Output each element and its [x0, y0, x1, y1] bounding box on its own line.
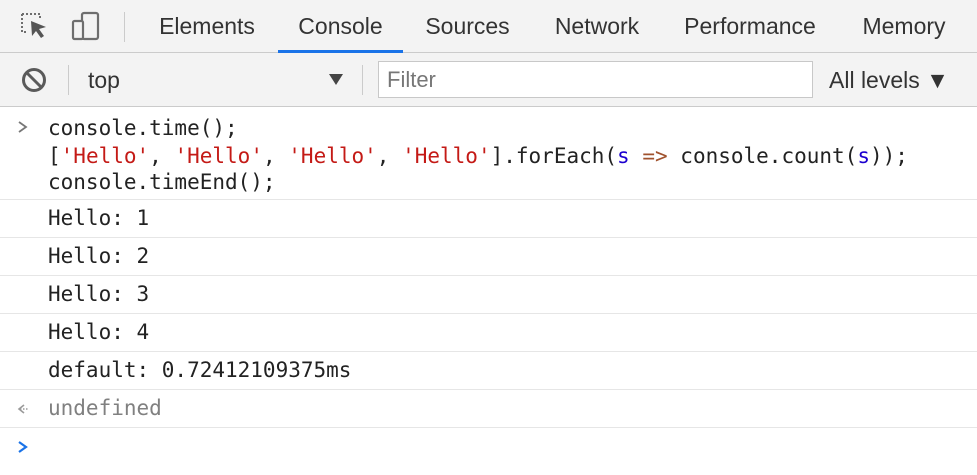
log-message: Hello: 3: [0, 276, 977, 314]
result-value: undefined: [48, 396, 162, 420]
tab-console[interactable]: Console: [278, 0, 403, 53]
toolbar-separator: [68, 65, 69, 95]
console-input-entry: console.time(); ['Hello', 'Hello', 'Hell…: [0, 107, 977, 200]
tab-network[interactable]: Network: [538, 0, 656, 53]
tab-memory[interactable]: Memory: [846, 0, 962, 53]
clear-console-icon[interactable]: [20, 66, 48, 94]
console-prompt[interactable]: [0, 428, 977, 475]
console-result-entry: undefined: [0, 390, 977, 428]
toolbar-separator: [362, 65, 363, 95]
log-message: Hello: 2: [0, 238, 977, 276]
devtools-tab-bar: Elements Console Sources Network Perform…: [0, 0, 977, 53]
chevron-down-icon[interactable]: [328, 71, 344, 87]
tab-sources[interactable]: Sources: [410, 0, 525, 53]
log-message-text: Hello: 1: [48, 206, 150, 230]
device-toolbar-icon[interactable]: [70, 10, 102, 42]
log-levels-dropdown[interactable]: All levels ▼: [829, 53, 949, 107]
tab-performance[interactable]: Performance: [668, 0, 832, 53]
log-message: Hello: 4: [0, 314, 977, 352]
active-prompt-icon: [18, 441, 28, 453]
result-arrow-icon: [17, 404, 28, 414]
tab-elements[interactable]: Elements: [142, 0, 272, 53]
command-line-2: ['Hello', 'Hello', 'Hello', 'Hello'].for…: [48, 144, 908, 168]
command-line-1: console.time();: [48, 116, 238, 140]
log-message: Hello: 1: [0, 200, 977, 238]
inspect-element-icon[interactable]: [18, 10, 50, 42]
context-selector[interactable]: top: [88, 53, 120, 107]
log-message-text: Hello: 2: [48, 244, 150, 268]
log-message-text: default: 0.72412109375ms: [48, 358, 352, 382]
input-prompt-icon: [18, 121, 28, 133]
tab-bar-separator: [124, 12, 125, 42]
command-line-3: console.timeEnd();: [48, 170, 276, 194]
filter-input[interactable]: [378, 61, 813, 98]
log-message: default: 0.72412109375ms: [0, 352, 977, 390]
log-message-text: Hello: 4: [48, 320, 150, 344]
console-output: console.time(); ['Hello', 'Hello', 'Hell…: [0, 107, 977, 475]
log-message-text: Hello: 3: [48, 282, 150, 306]
console-toolbar: top All levels ▼: [0, 53, 977, 107]
